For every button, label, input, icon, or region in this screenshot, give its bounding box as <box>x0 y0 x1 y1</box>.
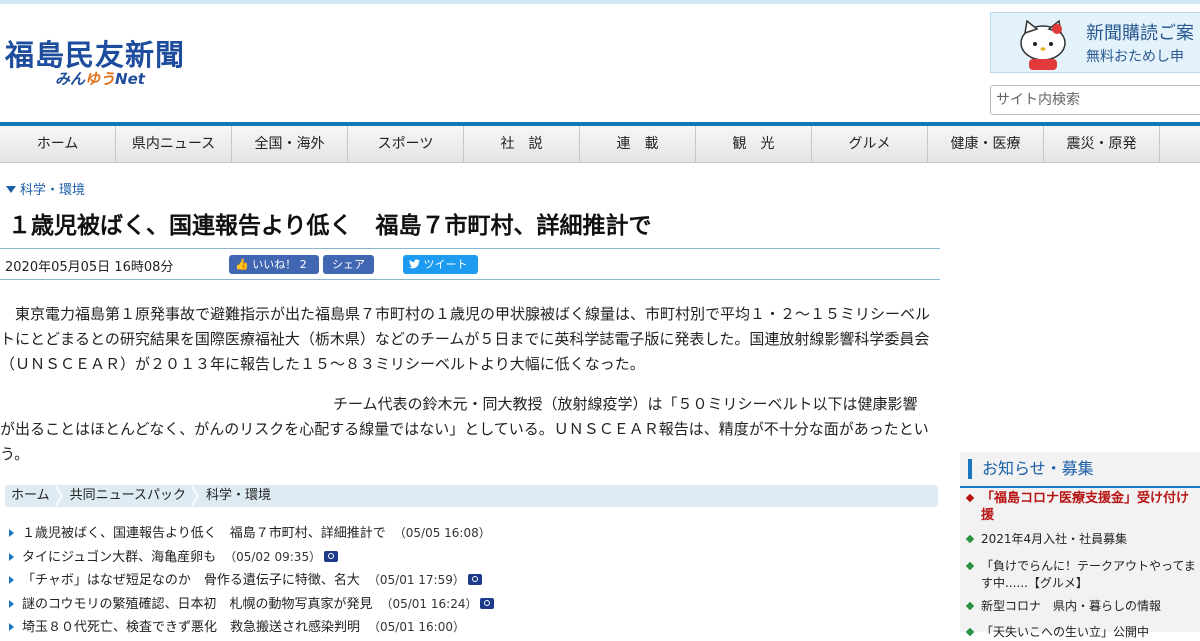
camera-icon <box>467 574 482 585</box>
diamond-icon <box>965 534 975 544</box>
facebook-share-button[interactable]: シェア <box>323 255 374 274</box>
list-item[interactable]: １歳児被ばく、国連報告より低く 福島７市町村、詳細推計で （05/05 16:08… <box>0 522 930 546</box>
camera-icon <box>480 597 495 609</box>
camera-icon <box>324 550 339 562</box>
logo-sub-pre: みん <box>55 70 86 88</box>
sidebar-item[interactable]: 「福島コロナ医療支援金」受け付け援 <box>965 490 1200 524</box>
sidebar-title: お知らせ・募集 <box>968 459 1094 479</box>
nav-home[interactable]: ホーム <box>0 126 116 162</box>
news-title[interactable]: 埼玉８０代死亡、検査できず悪化 救急搬送され感染判明 <box>22 620 360 635</box>
nav-series[interactable]: 連 載 <box>580 126 696 162</box>
sidebar-item[interactable]: 新型コロナ 県内・暮らしの情報 <box>965 598 1200 615</box>
nav-sports[interactable]: スポーツ <box>348 126 464 162</box>
list-item[interactable]: 謎のコウモリの繁殖確認、日本初 札幌の動物写真家が発見 （05/01 16:24） <box>0 593 930 617</box>
notices-sidebar: お知らせ・募集 「福島コロナ医療支援金」受け付け援 2021年4月入社・社員募集… <box>960 452 1200 639</box>
sidebar-item-label: 「天失いこへの生い立」公開中 <box>981 625 1150 639</box>
nav-health-medical[interactable]: 健康・医療 <box>928 126 1044 162</box>
list-item[interactable]: 埼玉８０代死亡、検査できず悪化 救急搬送され感染判明 （05/01 16:00） <box>0 616 930 640</box>
news-title[interactable]: １歳児被ばく、国連報告より低く 福島７市町村、詳細推計で <box>22 526 386 541</box>
article-title: １歳児被ばく、国連報告より低く 福島７市町村、詳細推計で <box>8 213 652 239</box>
ad-subline: 無料おためし申 <box>1086 49 1184 65</box>
nav-gourmet[interactable]: グルメ <box>812 126 928 162</box>
site-logo-sub[interactable]: みんゆうNet <box>55 68 145 89</box>
ad-headline: 新聞購読ご案 <box>1086 23 1194 44</box>
news-title[interactable]: 謎のコウモリの繁殖確認、日本初 札幌の動物写真家が発見 <box>22 597 372 612</box>
news-title[interactable]: 「チャボ」はなぜ短足なのか 骨作る遺伝子に特徴、名大 <box>22 573 360 588</box>
nav-disaster-nuclear[interactable]: 震災・原発 <box>1044 126 1160 162</box>
nav-national-world[interactable]: 全国・海外 <box>232 126 348 162</box>
triangle-down-icon <box>6 186 16 193</box>
news-date: （05/01 17:59） <box>367 573 465 587</box>
sidebar-divider <box>960 486 1200 488</box>
list-item[interactable]: タイにジュゴン大群、海亀産卵も （05/02 09:35） <box>0 546 930 570</box>
article-date: 2020年05月05日 16時08分 <box>5 260 174 275</box>
sidebar-item-label: 新型コロナ 県内・暮らしの情報 <box>981 599 1162 613</box>
list-item[interactable]: 「チャボ」はなぜ短足なのか 骨作る遺伝子に特徴、名大 （05/01 17:59） <box>0 569 930 593</box>
thumbs-up-icon: 👍 <box>235 258 249 271</box>
diamond-icon <box>965 561 975 571</box>
article-category[interactable]: 科学・環境 <box>6 179 85 198</box>
diamond-icon <box>965 601 975 611</box>
sidebar-item-label: 「福島コロナ医療支援金」受け付け援 <box>981 491 1190 523</box>
tweet-button[interactable]: ツイート <box>403 255 478 274</box>
article-paragraph-2: チーム代表の鈴木元・同大教授（放射線疫学）は「５０ミリシーベルト以下は健康影響が… <box>0 395 929 463</box>
breadcrumb-science-environment[interactable]: 科学・環境 <box>200 485 285 507</box>
sidebar-item-label: 「負けでらんに！テークアウトやってます中......【グルメ】 <box>981 559 1196 590</box>
like-label: いいね！ 2 <box>252 258 307 271</box>
logo-sub-post: Net <box>115 70 145 88</box>
nav-editorial[interactable]: 社 説 <box>464 126 580 162</box>
hello-kitty-icon <box>1020 19 1066 70</box>
related-news-list: １歳児被ばく、国連報告より低く 福島７市町村、詳細推計で （05/05 16:08… <box>0 522 930 640</box>
facebook-like-button[interactable]: 👍 いいね！ 2 <box>229 255 319 274</box>
sidebar-item-label: 2021年4月入社・社員募集 <box>981 532 1128 546</box>
news-date: （05/02 09:35） <box>224 549 322 564</box>
sidebar-item[interactable]: 「負けでらんに！テークアウトやってます中......【グルメ】 <box>965 558 1200 592</box>
article-meta-bar: 2020年05月05日 16時08分 👍 いいね！ 2 シェア ツイート <box>0 248 940 280</box>
nav-tourism[interactable]: 観 光 <box>696 126 812 162</box>
diamond-icon <box>965 493 975 503</box>
diamond-icon <box>965 627 975 637</box>
arrow-right-icon <box>9 576 14 584</box>
breadcrumb-home[interactable]: ホーム <box>5 485 64 507</box>
news-title[interactable]: タイにジュゴン大群、海亀産卵も <box>22 550 216 565</box>
top-accent-bar <box>0 0 1200 4</box>
sidebar-item[interactable]: 「天失いこへの生い立」公開中 <box>965 624 1200 641</box>
news-date: （05/01 16:24） <box>380 596 478 611</box>
news-date: （05/05 16:08） <box>393 526 491 540</box>
subscription-ad-banner[interactable]: 新聞購読ご案 無料おためし申 <box>990 12 1200 73</box>
breadcrumb: ホーム 共同ニュースパック 科学・環境 <box>5 485 938 507</box>
main-nav: ホーム 県内ニュース 全国・海外 スポーツ 社 説 連 載 観 光 グルメ 健康… <box>0 122 1200 163</box>
article-paragraph-1: 東京電力福島第１原発事故で避難指示が出た福島県７市町村の１歳児の甲状腺被ばく線量… <box>0 305 931 373</box>
breadcrumb-kyodo-news[interactable]: 共同ニュースパック <box>64 485 200 507</box>
arrow-right-icon <box>9 599 14 608</box>
twitter-bird-icon <box>409 259 420 269</box>
nav-prefectural-news[interactable]: 県内ニュース <box>116 126 232 162</box>
logo-sub-mid: ゆう <box>85 70 116 88</box>
tweet-label: ツイート <box>423 258 468 271</box>
category-label: 科学・環境 <box>20 183 86 198</box>
arrow-right-icon <box>9 529 14 537</box>
site-search-input[interactable] <box>990 85 1200 115</box>
sidebar-item[interactable]: 2021年4月入社・社員募集 <box>965 531 1200 548</box>
nav-more[interactable]: イ <box>1160 126 1200 162</box>
news-date: （05/01 16:00） <box>368 620 465 634</box>
arrow-right-icon <box>9 552 14 561</box>
